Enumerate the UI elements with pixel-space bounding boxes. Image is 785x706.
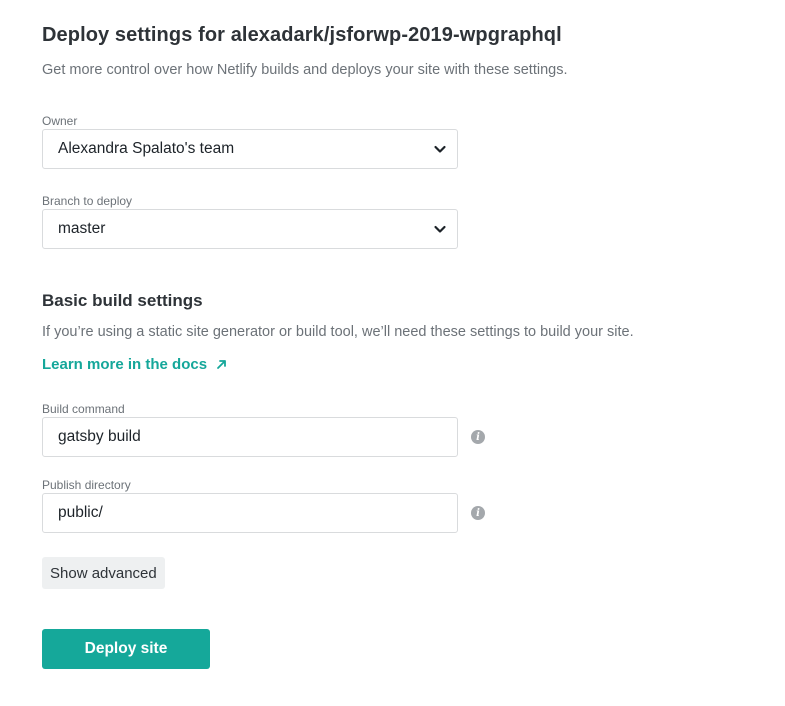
page-subtitle: Get more control over how Netlify builds… <box>42 62 568 78</box>
branch-select[interactable]: master <box>42 209 458 249</box>
publish-directory-input[interactable] <box>42 493 458 533</box>
show-advanced-button[interactable]: Show advanced <box>42 557 165 589</box>
deploy-settings-page: Deploy settings for alexadark/jsforwp-20… <box>0 0 785 706</box>
build-command-label: Build command <box>42 402 125 416</box>
page-title: Deploy settings for alexadark/jsforwp-20… <box>42 24 562 46</box>
deploy-site-button[interactable]: Deploy site <box>42 629 210 669</box>
branch-select-value: master <box>58 220 106 237</box>
publish-directory-label: Publish directory <box>42 478 131 492</box>
info-icon[interactable]: i <box>471 430 485 444</box>
chevron-down-icon <box>434 145 446 153</box>
info-icon[interactable]: i <box>471 506 485 520</box>
owner-select[interactable]: Alexandra Spalato's team <box>42 129 458 169</box>
docs-link[interactable]: Learn more in the docs <box>42 356 227 373</box>
docs-link-label: Learn more in the docs <box>42 356 208 373</box>
build-settings-description: If you’re using a static site generator … <box>42 324 634 340</box>
chevron-down-icon <box>434 225 446 233</box>
external-arrow-icon <box>217 360 226 369</box>
owner-label: Owner <box>42 114 78 128</box>
owner-select-value: Alexandra Spalato's team <box>58 140 235 157</box>
build-settings-title: Basic build settings <box>42 291 203 310</box>
branch-label: Branch to deploy <box>42 194 133 208</box>
build-command-input[interactable] <box>42 417 458 457</box>
